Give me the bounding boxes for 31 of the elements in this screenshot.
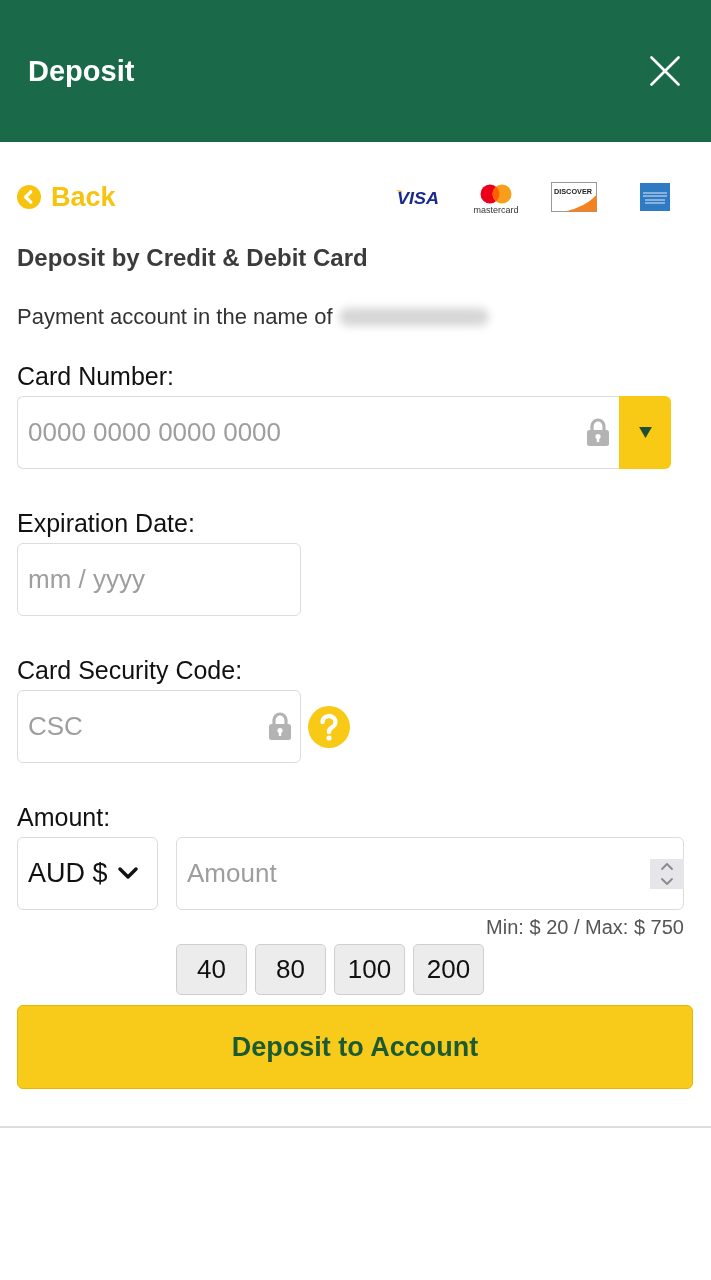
card-brand-icon xyxy=(640,183,670,211)
lock-icon xyxy=(268,712,292,740)
account-note: Payment account in the name of xyxy=(17,303,333,331)
field-label: Expiration Date: xyxy=(17,508,196,538)
card-dropdown-button[interactable] xyxy=(619,396,671,469)
help-icon[interactable] xyxy=(308,705,350,748)
back-circle-icon xyxy=(17,185,41,209)
chevron-down-icon xyxy=(117,866,138,881)
discover-logo: DISCOVER xyxy=(551,182,597,212)
field-label: Card Security Code: xyxy=(17,655,244,685)
preset-amount-button[interactable]: 100 xyxy=(334,944,405,995)
mastercard-logo: mastercard xyxy=(473,183,519,215)
field-label: Card Number: xyxy=(17,361,175,391)
expiration-input[interactable]: mm / yyyy xyxy=(17,543,301,616)
stepper-arrows-icon[interactable] xyxy=(650,859,684,889)
close-icon[interactable] xyxy=(650,56,680,86)
card-number-input[interactable]: 0000 0000 0000 0000 xyxy=(17,396,619,469)
amount-input[interactable]: Amount xyxy=(176,837,684,910)
preset-amount-button[interactable]: 80 xyxy=(255,944,326,995)
header-title: Deposit xyxy=(28,54,135,88)
currency-select[interactable]: AUD $ xyxy=(17,837,158,910)
preset-amount-button[interactable]: 40 xyxy=(176,944,247,995)
field-label: Amount: xyxy=(17,802,112,832)
lock-icon xyxy=(586,418,610,446)
preset-amount-button[interactable]: 200 xyxy=(413,944,484,995)
section-title: Deposit by Credit & Debit Card xyxy=(17,243,369,273)
security-code-input[interactable]: CSC xyxy=(17,690,301,763)
deposit-button[interactable]: Deposit to Account xyxy=(17,1005,693,1089)
caret-icon xyxy=(638,427,652,438)
visa-logo: VISA xyxy=(395,187,441,207)
amount-limits: Min: $ 20 / Max: $ 750 xyxy=(485,915,684,939)
